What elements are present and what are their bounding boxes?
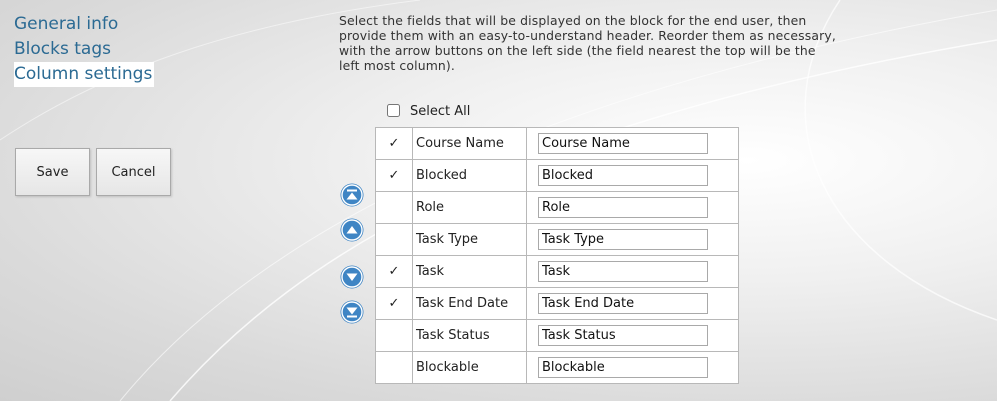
field-name: Blocked bbox=[412, 159, 527, 192]
header-cell bbox=[526, 351, 739, 384]
select-all-checkbox[interactable] bbox=[387, 104, 400, 117]
header-cell bbox=[526, 127, 739, 160]
field-name: Role bbox=[412, 191, 527, 224]
field-name: Task Status bbox=[412, 319, 527, 352]
save-button[interactable]: Save bbox=[15, 148, 90, 196]
checkmark-icon: ✓ bbox=[388, 264, 400, 279]
column-fields-table: ✓ Course Name ✓ BlockedRoleTask Type ✓ Task ✓ T… bbox=[375, 127, 739, 384]
field-name: Course Name bbox=[412, 127, 527, 160]
header-input[interactable] bbox=[538, 325, 708, 346]
row-select-toggle[interactable]: ✓ bbox=[375, 255, 413, 288]
move-to-bottom-icon[interactable] bbox=[340, 300, 364, 324]
table-row: Role bbox=[375, 191, 739, 224]
nav-item-column-settings[interactable]: Column settings bbox=[14, 62, 155, 87]
header-cell bbox=[526, 319, 739, 352]
header-input[interactable] bbox=[538, 165, 708, 186]
header-input[interactable] bbox=[538, 229, 708, 250]
table-row: ✓ Task bbox=[375, 255, 739, 288]
header-cell bbox=[526, 223, 739, 256]
move-down-icon[interactable] bbox=[340, 265, 364, 289]
header-cell bbox=[526, 287, 739, 320]
select-all[interactable]: Select All bbox=[387, 104, 470, 119]
nav-item-blocks-tags[interactable]: Blocks tags bbox=[14, 37, 154, 62]
row-select-toggle[interactable] bbox=[375, 223, 413, 256]
header-cell bbox=[526, 255, 739, 288]
header-input[interactable] bbox=[538, 197, 708, 218]
header-input[interactable] bbox=[538, 293, 708, 314]
header-input[interactable] bbox=[538, 261, 708, 282]
field-name: Task bbox=[412, 255, 527, 288]
header-cell bbox=[526, 159, 739, 192]
checkmark-icon: ✓ bbox=[388, 168, 400, 183]
table-row: Task Type bbox=[375, 223, 739, 256]
field-name: Task Type bbox=[412, 223, 527, 256]
header-cell bbox=[526, 191, 739, 224]
row-select-toggle[interactable] bbox=[375, 351, 413, 384]
row-select-toggle[interactable]: ✓ bbox=[375, 159, 413, 192]
row-select-toggle[interactable] bbox=[375, 191, 413, 224]
nav-item-general-info[interactable]: General info bbox=[14, 12, 154, 37]
row-select-toggle[interactable] bbox=[375, 319, 413, 352]
table-row: Blockable bbox=[375, 351, 739, 384]
column-settings-description: Select the fields that will be displayed… bbox=[339, 13, 836, 73]
table-row: Task Status bbox=[375, 319, 739, 352]
row-select-toggle[interactable]: ✓ bbox=[375, 287, 413, 320]
move-up-icon[interactable] bbox=[340, 218, 364, 242]
checkmark-icon: ✓ bbox=[388, 296, 400, 311]
field-name: Task End Date bbox=[412, 287, 527, 320]
move-to-top-icon[interactable] bbox=[340, 183, 364, 207]
table-row: ✓ Task End Date bbox=[375, 287, 739, 320]
cancel-button[interactable]: Cancel bbox=[96, 148, 171, 196]
table-row: ✓ Blocked bbox=[375, 159, 739, 192]
header-input[interactable] bbox=[538, 357, 708, 378]
field-name: Blockable bbox=[412, 351, 527, 384]
row-select-toggle[interactable]: ✓ bbox=[375, 127, 413, 160]
settings-nav: General info Blocks tags Column settings bbox=[14, 12, 155, 87]
checkmark-icon: ✓ bbox=[388, 136, 400, 151]
select-all-label: Select All bbox=[410, 104, 471, 119]
table-row: ✓ Course Name bbox=[375, 127, 739, 160]
header-input[interactable] bbox=[538, 133, 708, 154]
